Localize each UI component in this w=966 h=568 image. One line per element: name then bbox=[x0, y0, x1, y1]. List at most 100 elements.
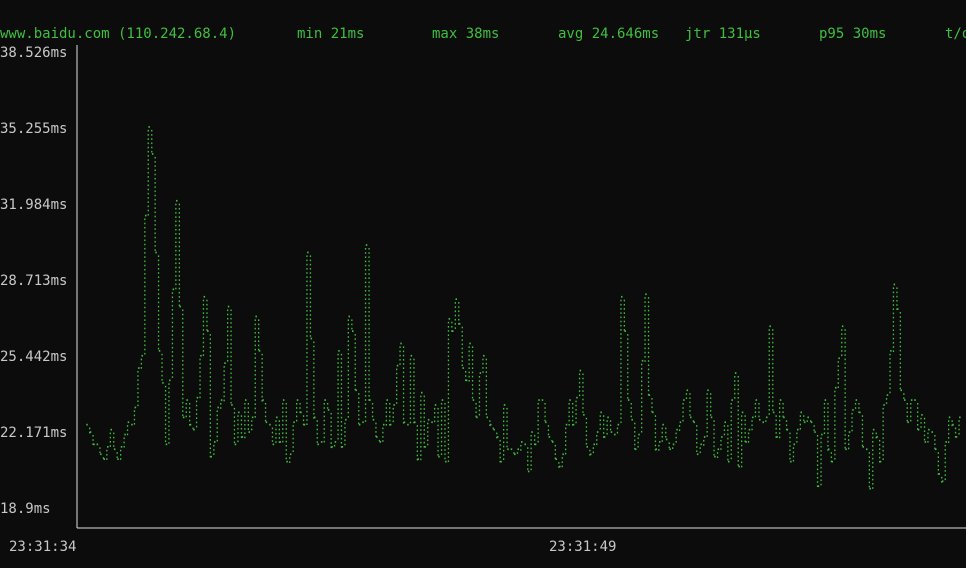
trace-dot bbox=[844, 392, 846, 394]
trace-dot bbox=[796, 432, 798, 435]
trace-dot bbox=[848, 447, 850, 450]
trace-dot bbox=[703, 439, 705, 442]
data-point bbox=[652, 411, 654, 414]
trace-dot bbox=[323, 403, 325, 405]
trace-dot bbox=[168, 412, 170, 415]
trace-dot bbox=[306, 301, 308, 304]
trace-dot bbox=[668, 446, 670, 449]
trace-dot bbox=[644, 322, 646, 324]
trace-dot bbox=[772, 341, 774, 344]
trace-dot bbox=[768, 354, 770, 356]
trace-dot bbox=[368, 382, 370, 384]
trace-dot bbox=[126, 425, 129, 427]
trace-dot bbox=[568, 424, 570, 426]
trace-dot bbox=[364, 369, 367, 372]
trace-dot bbox=[230, 322, 232, 324]
data-point bbox=[772, 411, 775, 414]
trace-dot bbox=[647, 322, 650, 324]
trace-dot bbox=[413, 362, 415, 365]
trace-dot bbox=[147, 188, 149, 191]
trace-dot bbox=[792, 455, 795, 458]
data-point bbox=[324, 399, 326, 401]
trace-dot bbox=[872, 474, 874, 477]
trace-dot bbox=[309, 276, 312, 278]
trace-dot bbox=[175, 262, 177, 265]
trace-dot bbox=[723, 425, 726, 427]
trace-dot bbox=[603, 427, 605, 430]
trace-dot bbox=[354, 350, 356, 353]
data-point bbox=[527, 470, 530, 473]
trace-dot bbox=[261, 366, 263, 368]
trace-dot bbox=[364, 332, 367, 334]
trace-dot bbox=[447, 368, 450, 370]
trace-dot bbox=[730, 457, 732, 460]
trace-dot bbox=[844, 358, 846, 361]
trace-dot bbox=[848, 435, 850, 437]
trace-dot bbox=[164, 385, 167, 388]
trace-dot bbox=[944, 465, 946, 468]
trace-dot bbox=[827, 419, 829, 422]
trace-dot bbox=[882, 458, 884, 460]
data-point bbox=[945, 441, 947, 443]
data-point bbox=[490, 423, 492, 426]
trace-dot bbox=[282, 411, 284, 413]
trace-dot bbox=[696, 442, 698, 444]
trace-dot bbox=[875, 432, 877, 435]
trace-dot bbox=[689, 414, 691, 416]
trace-dot bbox=[834, 420, 836, 422]
trace-dot bbox=[892, 346, 895, 348]
trace-dot bbox=[347, 327, 349, 330]
trace-dot bbox=[503, 437, 505, 439]
trace-dot bbox=[775, 432, 777, 434]
data-point bbox=[828, 448, 830, 451]
trace-dot bbox=[230, 385, 232, 387]
trace-dot bbox=[296, 415, 298, 418]
data-point bbox=[131, 423, 133, 426]
trace-dot bbox=[157, 272, 160, 274]
trace-dot bbox=[392, 412, 394, 414]
trace-dot bbox=[254, 323, 256, 326]
trace-dot bbox=[654, 444, 657, 447]
trace-dot bbox=[144, 277, 146, 279]
data-point bbox=[800, 411, 802, 414]
trace-dot bbox=[275, 437, 277, 439]
trace-dot bbox=[340, 395, 343, 398]
trace-dot bbox=[651, 402, 653, 404]
trace-dot bbox=[889, 358, 891, 360]
data-point bbox=[127, 421, 130, 424]
trace-dot bbox=[227, 359, 229, 362]
data-point bbox=[362, 421, 364, 424]
trace-dot bbox=[485, 396, 487, 399]
data-point bbox=[862, 446, 864, 448]
trace-dot bbox=[682, 407, 684, 409]
trace-dot bbox=[827, 403, 829, 405]
trace-dot bbox=[451, 321, 453, 324]
trace-dot bbox=[768, 350, 770, 352]
trace-dot bbox=[661, 427, 663, 430]
trace-dot bbox=[254, 411, 256, 414]
trace-dot bbox=[347, 340, 349, 342]
trace-dot bbox=[689, 401, 691, 404]
trace-dot bbox=[892, 316, 895, 319]
trace-dot bbox=[944, 478, 946, 481]
trace-dot bbox=[816, 451, 819, 454]
trace-dot bbox=[409, 413, 412, 415]
trace-dot bbox=[544, 419, 546, 422]
trace-dot bbox=[147, 155, 149, 157]
trace-dot bbox=[737, 439, 739, 441]
trace-dot bbox=[820, 445, 822, 448]
data-point bbox=[876, 436, 878, 438]
trace-dot bbox=[189, 415, 191, 418]
trace-dot bbox=[772, 409, 774, 411]
trace-dot bbox=[230, 397, 232, 400]
trace-dot bbox=[140, 358, 142, 361]
trace-dot bbox=[364, 386, 367, 389]
trace-dot bbox=[575, 417, 577, 419]
trace-dot bbox=[872, 478, 874, 481]
trace-dot bbox=[261, 374, 263, 377]
trace-dot bbox=[737, 455, 739, 458]
trace-dot bbox=[282, 415, 284, 418]
trace-dot bbox=[471, 380, 474, 382]
trace-dot bbox=[309, 322, 312, 325]
trace-dot bbox=[227, 338, 229, 341]
